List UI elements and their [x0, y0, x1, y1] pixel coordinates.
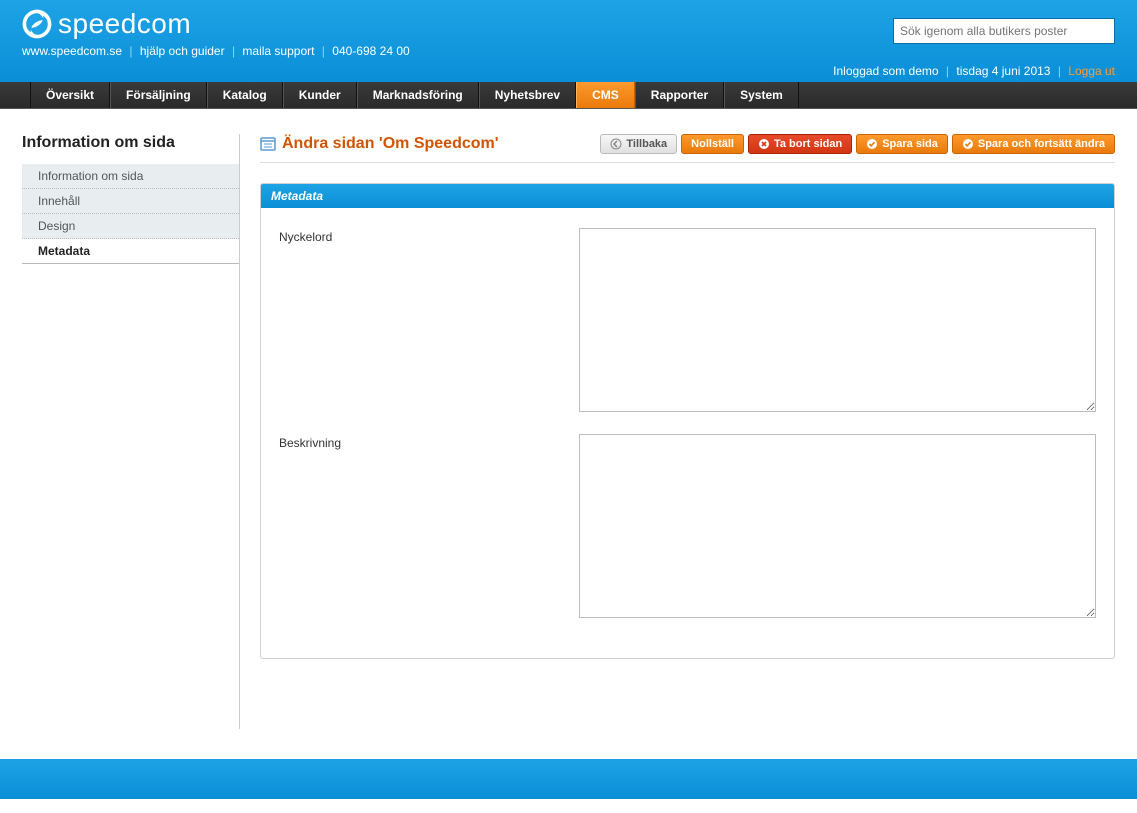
action-buttons: Tillbaka Nollställ Ta bort sidan Spara s…: [600, 134, 1115, 154]
header: speedcom www.speedcom.se | hjälp och gui…: [0, 0, 1137, 82]
separator: |: [1058, 64, 1061, 78]
page-title-text: Ändra sidan 'Om Speedcom': [282, 135, 499, 153]
panel-head: Metadata: [261, 184, 1114, 208]
keywords-textarea[interactable]: [579, 228, 1096, 412]
nav-marknadsforing[interactable]: Marknadsföring: [357, 82, 479, 108]
delete-button[interactable]: Ta bort sidan: [748, 134, 852, 154]
footer: [0, 759, 1137, 799]
link-mail-support[interactable]: maila support: [242, 44, 314, 58]
page-title: Ändra sidan 'Om Speedcom': [260, 135, 499, 153]
separator: |: [322, 44, 325, 58]
keywords-row: Nyckelord: [279, 228, 1096, 412]
reset-button-label: Nollställ: [691, 138, 734, 150]
delete-button-label: Ta bort sidan: [774, 138, 842, 150]
check-icon: [866, 138, 878, 150]
sidebar-item-design[interactable]: Design: [22, 214, 239, 239]
link-site[interactable]: www.speedcom.se: [22, 44, 122, 58]
sidebar-title: Information om sida: [22, 134, 239, 152]
page-icon: [260, 136, 276, 152]
back-button[interactable]: Tillbaka: [600, 134, 677, 154]
delete-icon: [758, 138, 770, 150]
speedcom-logo-icon: [22, 9, 52, 39]
sidebar: Information om sida Information om sida …: [22, 134, 240, 729]
logout-link[interactable]: Logga ut: [1068, 64, 1115, 78]
main-nav: Översikt Försäljning Katalog Kunder Mark…: [0, 82, 1137, 109]
description-textarea[interactable]: [579, 434, 1096, 618]
panel-body: Nyckelord Beskrivning: [261, 208, 1114, 658]
description-row: Beskrivning: [279, 434, 1096, 618]
separator: |: [129, 44, 132, 58]
nav-system[interactable]: System: [724, 82, 799, 108]
back-arrow-icon: [610, 138, 622, 150]
brand-name: speedcom: [58, 8, 191, 40]
phone-number: 040-698 24 00: [332, 44, 409, 58]
save-continue-button[interactable]: Spara och fortsätt ändra: [952, 134, 1115, 154]
link-help[interactable]: hjälp och guider: [140, 44, 225, 58]
nav-nyhetsbrev[interactable]: Nyhetsbrev: [479, 82, 576, 108]
main-content: Ändra sidan 'Om Speedcom' Tillbaka Nolls…: [260, 134, 1115, 729]
metadata-panel: Metadata Nyckelord Beskrivning: [260, 183, 1115, 659]
sidebar-item-information[interactable]: Information om sida: [22, 164, 239, 189]
current-date: tisdag 4 juni 2013: [956, 64, 1050, 78]
nav-rapporter[interactable]: Rapporter: [635, 82, 724, 108]
sidebar-list: Information om sida Innehåll Design Meta…: [22, 164, 239, 264]
save-continue-button-label: Spara och fortsätt ändra: [978, 138, 1105, 150]
page-head: Ändra sidan 'Om Speedcom' Tillbaka Nolls…: [260, 134, 1115, 163]
search-input[interactable]: [893, 18, 1115, 44]
check-icon: [962, 138, 974, 150]
separator: |: [946, 64, 949, 78]
nav-katalog[interactable]: Katalog: [207, 82, 283, 108]
save-button-label: Spara sida: [882, 138, 938, 150]
keywords-label: Nyckelord: [279, 228, 579, 412]
logged-in-text: Inloggad som demo: [833, 64, 938, 78]
sidebar-item-innehall[interactable]: Innehåll: [22, 189, 239, 214]
nav-spacer: [0, 82, 30, 108]
nav-kunder[interactable]: Kunder: [283, 82, 357, 108]
sidebar-item-metadata[interactable]: Metadata: [22, 239, 239, 264]
header-right: Inloggad som demo | tisdag 4 juni 2013 |…: [833, 18, 1115, 78]
reset-button[interactable]: Nollställ: [681, 134, 744, 154]
description-label: Beskrivning: [279, 434, 579, 618]
save-button[interactable]: Spara sida: [856, 134, 948, 154]
nav-forsaljning[interactable]: Försäljning: [110, 82, 207, 108]
separator: |: [232, 44, 235, 58]
header-status: Inloggad som demo | tisdag 4 juni 2013 |…: [833, 64, 1115, 78]
nav-oversikt[interactable]: Översikt: [30, 82, 110, 108]
content-wrap: Information om sida Information om sida …: [0, 109, 1137, 759]
back-button-label: Tillbaka: [626, 138, 667, 150]
nav-cms[interactable]: CMS: [576, 82, 635, 108]
